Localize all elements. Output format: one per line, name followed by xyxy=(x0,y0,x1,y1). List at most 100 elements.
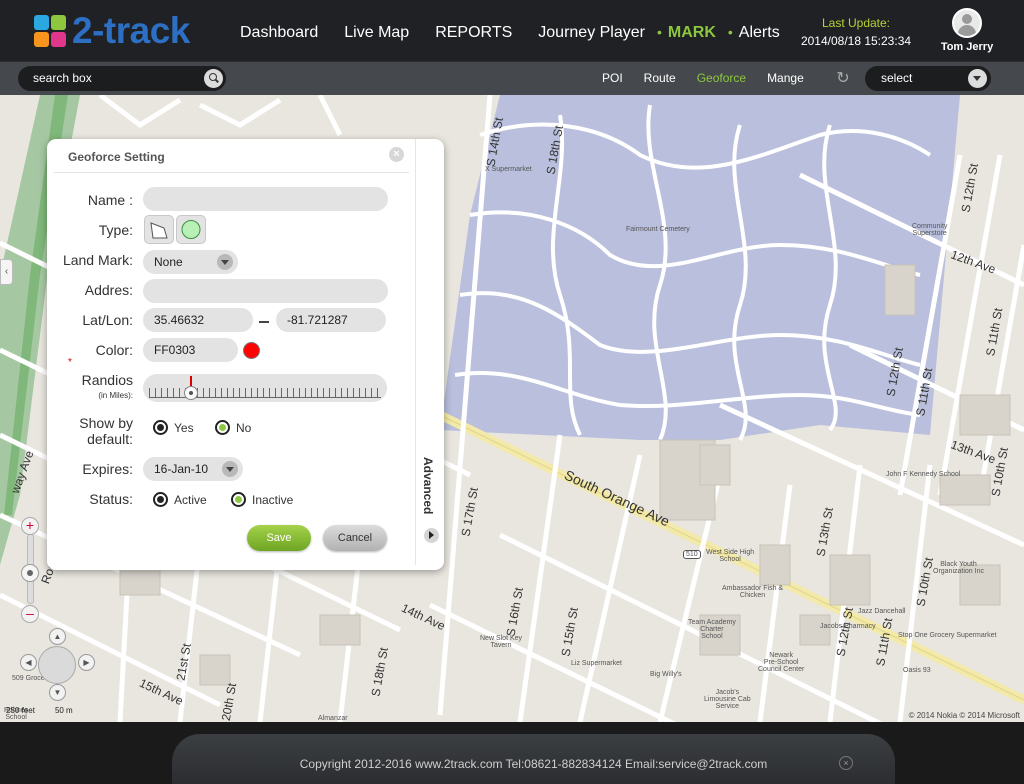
map-place-label: New Slot Key Tavern xyxy=(480,635,523,649)
map-scale-feet: 250 feet xyxy=(6,706,35,715)
required-marker: * xyxy=(68,357,72,368)
map-place-label: Team Academy Charter School xyxy=(688,619,736,640)
route-badge: 510 xyxy=(683,550,701,559)
longitude-field[interactable]: -81.721287 xyxy=(276,308,386,332)
status-inactive-radio[interactable] xyxy=(231,492,246,507)
avatar-icon[interactable] xyxy=(952,8,982,38)
radius-unit-label: (in Miles): xyxy=(98,391,133,400)
chevron-down-icon[interactable] xyxy=(217,254,233,270)
latlon-label: Lat/Lon: xyxy=(82,312,133,328)
search-icon[interactable] xyxy=(204,69,223,88)
footer-copyright: Copyright 2012-2016 www.2track.com Tel:0… xyxy=(299,757,768,771)
pan-left-icon[interactable]: ◀ xyxy=(20,654,37,671)
chevron-down-icon[interactable] xyxy=(222,461,238,477)
zoom-in-button[interactable]: + xyxy=(21,517,39,535)
tab-geoforce[interactable]: Geoforce xyxy=(697,71,746,85)
expires-select-value: 16-Jan-10 xyxy=(154,462,209,476)
chevron-down-icon[interactable] xyxy=(968,69,987,88)
expires-label: Expires: xyxy=(82,461,133,477)
map-scale: 250 feet 50 m xyxy=(6,706,73,715)
map-copyright: © 2014 Nokia © 2014 Microsoft xyxy=(908,711,1020,720)
zoom-slider-knob[interactable] xyxy=(21,564,39,582)
slider-baseline xyxy=(149,397,381,398)
nav-active-dot-icon: • xyxy=(656,24,662,40)
map-place-label: Big Willy's xyxy=(650,671,682,678)
status-active-label: Active xyxy=(174,493,207,507)
landmark-select-value: None xyxy=(154,255,183,269)
search-input[interactable]: search box xyxy=(18,66,226,91)
cancel-button[interactable]: Cancel xyxy=(323,525,387,551)
show-no-radio[interactable] xyxy=(215,420,230,435)
type-label: Type: xyxy=(98,222,133,238)
save-button[interactable]: Save xyxy=(247,525,311,551)
nav-reports[interactable]: REPORTS xyxy=(435,24,512,42)
top-navbar: 2-track Dashboard Live Map REPORTS Journ… xyxy=(0,0,1024,62)
tab-poi[interactable]: POI xyxy=(602,71,623,85)
dialog-divider xyxy=(54,172,409,173)
pan-center-icon[interactable] xyxy=(38,646,76,684)
pan-right-icon[interactable]: ▶ xyxy=(78,654,95,671)
circle-icon xyxy=(181,220,201,239)
nav-live-map[interactable]: Live Map xyxy=(344,24,409,42)
tab-route[interactable]: Route xyxy=(644,71,676,85)
map-place-label: John F Kennedy School xyxy=(886,471,961,478)
polygon-icon xyxy=(150,222,168,239)
close-icon[interactable]: × xyxy=(389,147,404,162)
latitude-field[interactable]: 35.46632 xyxy=(143,308,253,332)
address-field[interactable] xyxy=(143,279,388,303)
map-place-label: Stop One Grocery Supermarket xyxy=(898,632,997,639)
landmark-select[interactable]: None xyxy=(143,250,238,274)
refresh-icon[interactable]: ↻ xyxy=(834,70,852,88)
radius-slider[interactable] xyxy=(143,374,387,402)
tab-mange[interactable]: Mange xyxy=(767,71,804,85)
nav-dashboard[interactable]: Dashboard xyxy=(240,24,318,42)
footer-panel: Copyright 2012-2016 www.2track.com Tel:0… xyxy=(172,734,895,784)
map-place-label: Almanzar xyxy=(318,715,348,722)
last-update: Last Update: 2014/08/18 15:23:34 xyxy=(797,16,915,48)
map-place-label: Oasis 93 xyxy=(903,667,931,674)
pan-control: ▲ ◀ ▶ ▼ xyxy=(20,628,95,702)
slider-handle[interactable] xyxy=(183,386,198,400)
user-menu[interactable]: Tom Jerry xyxy=(938,8,996,53)
polygon-type-button[interactable] xyxy=(144,215,174,244)
color-swatch[interactable] xyxy=(243,342,260,359)
sub-toolbar: search box POI Route Geoforce Mange ↻ se… xyxy=(0,62,1024,95)
name-label: Name : xyxy=(87,192,133,208)
main-nav: Dashboard Live Map REPORTS Journey Playe… xyxy=(240,24,806,42)
map-place-label: Liz Supermarket xyxy=(571,660,622,667)
pan-up-icon[interactable]: ▲ xyxy=(49,628,66,645)
nav-journey-player[interactable]: Journey Player xyxy=(538,24,645,42)
status-inactive-label: Inactive xyxy=(252,493,294,507)
chevron-right-icon[interactable] xyxy=(424,528,439,543)
map-place-label: Jazz Dancehall xyxy=(858,608,906,615)
color-field[interactable]: FF0303 xyxy=(143,338,238,362)
show-default-label: Show by default: xyxy=(79,415,133,447)
user-name: Tom Jerry xyxy=(940,41,994,53)
circle-type-button[interactable] xyxy=(176,215,206,244)
map-place-label: West Side High School xyxy=(706,549,755,563)
logo-text: 2-track xyxy=(72,10,190,51)
dialog-title: Geoforce Setting xyxy=(68,150,165,164)
nav-active-dot-icon: • xyxy=(727,24,733,40)
status-active-radio[interactable] xyxy=(153,492,168,507)
logo-icon xyxy=(34,15,66,47)
nav-mark[interactable]: MARK xyxy=(668,24,716,42)
dialog-vertical-divider xyxy=(415,139,416,565)
app-logo[interactable]: 2-track xyxy=(34,10,190,51)
nav-alerts[interactable]: Alerts xyxy=(739,24,780,42)
show-yes-radio[interactable] xyxy=(153,420,168,435)
landmark-label: Land Mark: xyxy=(62,252,133,268)
expires-select[interactable]: 16-Jan-10 xyxy=(143,457,243,481)
advanced-label: Advanced xyxy=(421,457,435,515)
map-place-label: Jacob's Limousine Cab Service xyxy=(704,689,751,710)
map-place-label: Fairmount Cemetery xyxy=(626,226,690,233)
map-place-label: Ambassador Fish & Chicken xyxy=(722,585,784,599)
vehicle-select[interactable]: select xyxy=(865,66,991,91)
search-input-text[interactable]: search box xyxy=(33,71,92,85)
chevron-left-icon[interactable]: ‹ xyxy=(0,259,13,285)
name-field[interactable] xyxy=(143,187,388,211)
pan-down-icon[interactable]: ▼ xyxy=(49,684,66,701)
zoom-out-button[interactable]: – xyxy=(21,605,39,623)
show-no-label: No xyxy=(236,421,252,435)
show-yes-label: Yes xyxy=(174,421,194,435)
